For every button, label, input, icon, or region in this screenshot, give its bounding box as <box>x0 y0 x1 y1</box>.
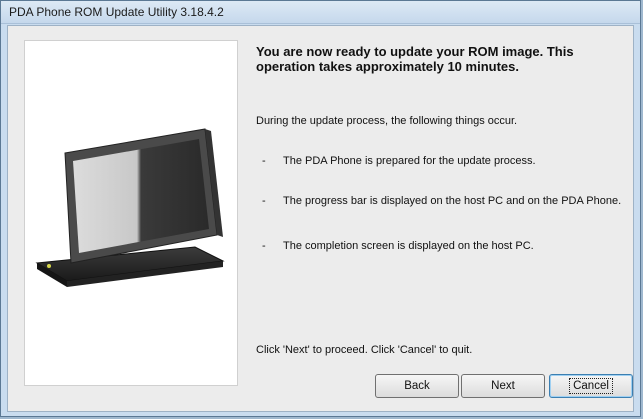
bullet-text: The progress bar is displayed on the hos… <box>283 195 622 207</box>
bullet-text: The PDA Phone is prepared for the update… <box>283 155 536 167</box>
page-heading: You are now ready to update your ROM ima… <box>256 44 574 74</box>
pda-phone-illustration <box>35 128 225 287</box>
bullet-dash: - <box>262 155 266 167</box>
list-item: - The progress bar is displayed on the ho… <box>256 195 621 207</box>
back-button[interactable]: Back <box>375 374 459 398</box>
bullet-dash: - <box>262 240 266 252</box>
list-item: - The completion screen is displayed on t… <box>256 240 534 252</box>
instruction-footer: Click 'Next' to proceed. Click 'Cancel' … <box>256 344 473 356</box>
next-button-label: Next <box>491 380 515 392</box>
cancel-button-label: Cancel <box>569 378 613 394</box>
back-button-label: Back <box>404 380 430 392</box>
title-bar[interactable]: PDA Phone ROM Update Utility 3.18.4.2 <box>1 1 640 24</box>
intro-text: During the update process, the following… <box>256 115 518 127</box>
bullet-text: The completion screen is displayed on th… <box>283 240 534 252</box>
window-title: PDA Phone ROM Update Utility 3.18.4.2 <box>9 5 224 19</box>
bullet-dash: - <box>262 195 266 207</box>
cancel-button[interactable]: Cancel <box>549 374 633 398</box>
instructions-panel: You are now ready to update your ROM ima… <box>256 40 626 356</box>
list-item: - The PDA Phone is prepared for the updat… <box>256 155 536 167</box>
device-image <box>24 40 238 386</box>
next-button[interactable]: Next <box>461 374 545 398</box>
dialog-body: You are now ready to update your ROM ima… <box>7 25 634 412</box>
dialog-window: PDA Phone ROM Update Utility 3.18.4.2 Yo… <box>0 0 641 417</box>
